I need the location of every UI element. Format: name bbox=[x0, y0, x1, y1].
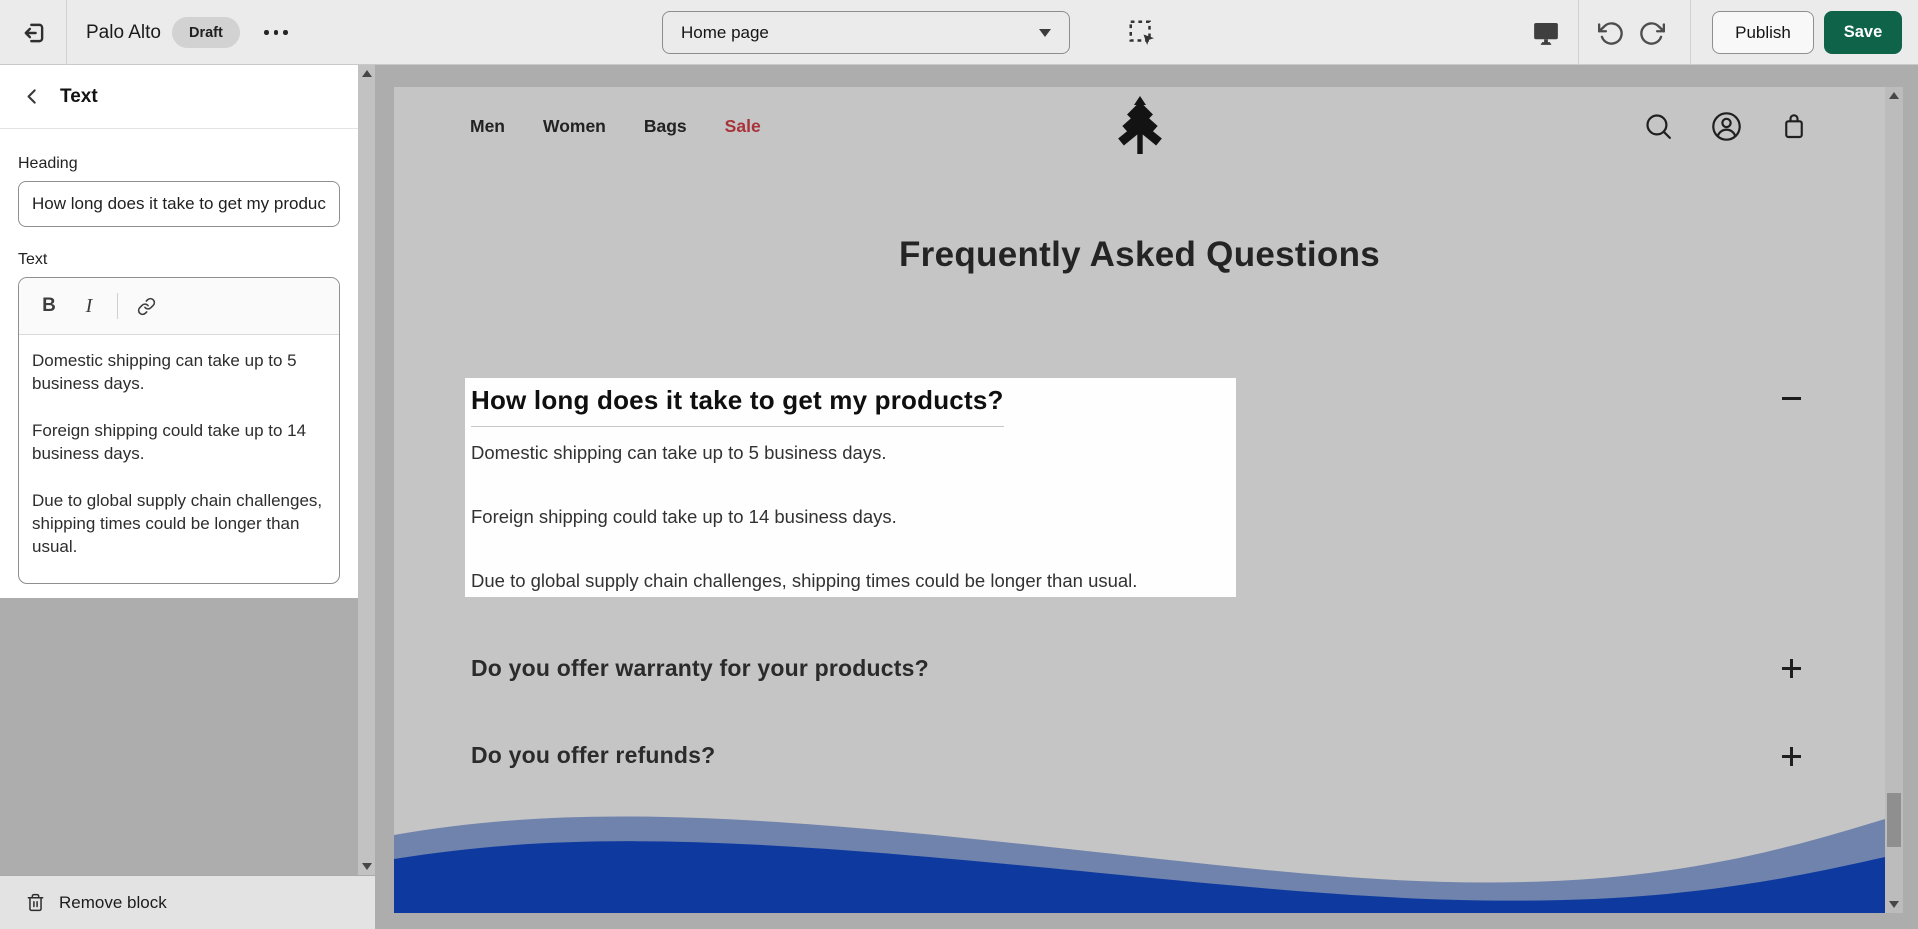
topbar: Palo Alto Draft Home page Publish Save bbox=[0, 0, 1918, 65]
cart-bag-icon bbox=[1779, 111, 1809, 141]
section-select-tool-button[interactable] bbox=[1124, 15, 1160, 51]
scroll-up-icon[interactable] bbox=[362, 70, 372, 77]
faq-answer-paragraph: Foreign shipping could take up to 14 bus… bbox=[471, 506, 1226, 528]
page-selector-value: Home page bbox=[681, 23, 769, 43]
plus-icon bbox=[1782, 747, 1801, 766]
chevron-left-icon bbox=[22, 86, 43, 107]
scroll-down-icon[interactable] bbox=[1889, 901, 1899, 908]
sidebar-scrollbar[interactable] bbox=[358, 65, 375, 875]
publish-button[interactable]: Publish bbox=[1712, 11, 1814, 54]
topbar-divider bbox=[1578, 0, 1579, 65]
italic-button[interactable]: I bbox=[69, 286, 109, 326]
shopify-theme-editor: { "topbar": { "store_name": "Palo Alto",… bbox=[0, 0, 1918, 929]
ellipsis-icon bbox=[264, 30, 269, 35]
exit-editor-button[interactable] bbox=[15, 14, 53, 52]
scroll-up-icon[interactable] bbox=[1889, 92, 1899, 99]
search-button[interactable] bbox=[1643, 111, 1674, 142]
status-badge: Draft bbox=[172, 17, 240, 48]
bold-button[interactable]: B bbox=[29, 286, 69, 326]
nav-link-women[interactable]: Women bbox=[543, 116, 606, 137]
more-options-button[interactable] bbox=[252, 0, 300, 65]
trash-icon bbox=[26, 893, 45, 912]
panel-header: Text bbox=[0, 65, 358, 129]
remove-block-button[interactable]: Remove block bbox=[26, 893, 167, 913]
desktop-icon bbox=[1531, 18, 1561, 48]
wave-shapes bbox=[394, 801, 1885, 913]
editor-paragraph: Domestic shipping can take up to 5 busin… bbox=[32, 349, 326, 395]
preview-scrollbar[interactable] bbox=[1885, 87, 1903, 913]
rich-text-toolbar: B I bbox=[19, 278, 339, 335]
plus-icon bbox=[1782, 659, 1801, 678]
pine-tree-icon bbox=[1118, 96, 1162, 154]
scrollbar-thumb[interactable] bbox=[1887, 793, 1901, 847]
storefront-nav: Men Women Bags Sale bbox=[470, 87, 761, 165]
faq-item-expanded-selected[interactable]: How long does it take to get my products… bbox=[465, 378, 1236, 597]
scroll-down-icon[interactable] bbox=[362, 863, 372, 870]
selection-cursor-icon bbox=[1127, 18, 1157, 48]
faq-question[interactable]: How long does it take to get my products… bbox=[471, 385, 1004, 427]
editor-paragraph: Due to global supply chain challenges, s… bbox=[32, 489, 326, 558]
panel-title: Text bbox=[60, 86, 98, 108]
chevron-down-icon bbox=[1039, 29, 1051, 37]
faq-question[interactable]: Do you offer refunds? bbox=[471, 742, 715, 769]
account-button[interactable] bbox=[1710, 110, 1743, 143]
exit-icon bbox=[21, 20, 47, 46]
editor-paragraph: Foreign shipping could take up to 14 bus… bbox=[32, 419, 326, 465]
undo-icon bbox=[1598, 20, 1625, 47]
search-icon bbox=[1643, 111, 1674, 142]
back-button[interactable] bbox=[22, 86, 43, 107]
topbar-divider bbox=[1690, 0, 1691, 65]
rich-text-editor: B I Domestic shipping can take up to 5 b… bbox=[18, 277, 340, 584]
expand-button[interactable] bbox=[1780, 657, 1802, 679]
text-field-label: Text bbox=[18, 251, 340, 269]
store-logo[interactable] bbox=[1118, 96, 1162, 159]
storefront-header: Men Women Bags Sale bbox=[394, 87, 1885, 165]
page-selector-dropdown[interactable]: Home page bbox=[662, 11, 1070, 54]
redo-button[interactable] bbox=[1634, 17, 1668, 49]
block-settings-panel: Text Heading Text B I Domestic shipping … bbox=[0, 65, 358, 598]
panel-body: Heading Text B I Domestic shipping can t… bbox=[0, 129, 358, 584]
link-icon bbox=[137, 297, 156, 316]
minus-icon bbox=[1782, 397, 1801, 400]
ellipsis-icon bbox=[274, 30, 279, 35]
rich-text-content[interactable]: Domestic shipping can take up to 5 busin… bbox=[19, 335, 339, 558]
faq-answer-paragraph: Domestic shipping can take up to 5 busin… bbox=[471, 442, 1226, 464]
collapse-button[interactable] bbox=[1780, 387, 1802, 409]
faq-question[interactable]: Do you offer warranty for your products? bbox=[471, 655, 929, 682]
toolbar-divider bbox=[117, 293, 118, 319]
theme-preview: Men Women Bags Sale bbox=[394, 87, 1903, 913]
link-button[interactable] bbox=[126, 286, 166, 326]
panel-footer: Remove block bbox=[0, 875, 375, 929]
save-button[interactable]: Save bbox=[1824, 11, 1902, 54]
redo-icon bbox=[1638, 20, 1665, 47]
undo-button[interactable] bbox=[1594, 17, 1628, 49]
ellipsis-icon bbox=[283, 30, 288, 35]
faq-answer-paragraph: Due to global supply chain challenges, s… bbox=[471, 570, 1226, 592]
device-preview-button[interactable] bbox=[1528, 16, 1564, 50]
heading-input[interactable] bbox=[18, 181, 340, 227]
heading-field-label: Heading bbox=[18, 155, 340, 173]
store-name: Palo Alto bbox=[86, 0, 161, 65]
header-icons bbox=[1643, 87, 1809, 165]
remove-block-label: Remove block bbox=[59, 893, 167, 913]
topbar-divider bbox=[66, 0, 67, 65]
faq-section-title: Frequently Asked Questions bbox=[394, 235, 1885, 275]
account-icon bbox=[1710, 110, 1743, 143]
nav-link-sale[interactable]: Sale bbox=[725, 116, 761, 137]
storefront-page: Men Women Bags Sale bbox=[394, 87, 1885, 913]
cart-button[interactable] bbox=[1779, 111, 1809, 141]
nav-link-bags[interactable]: Bags bbox=[644, 116, 687, 137]
expand-button[interactable] bbox=[1780, 745, 1802, 767]
nav-link-men[interactable]: Men bbox=[470, 116, 505, 137]
footer-wave-decoration bbox=[394, 801, 1885, 913]
